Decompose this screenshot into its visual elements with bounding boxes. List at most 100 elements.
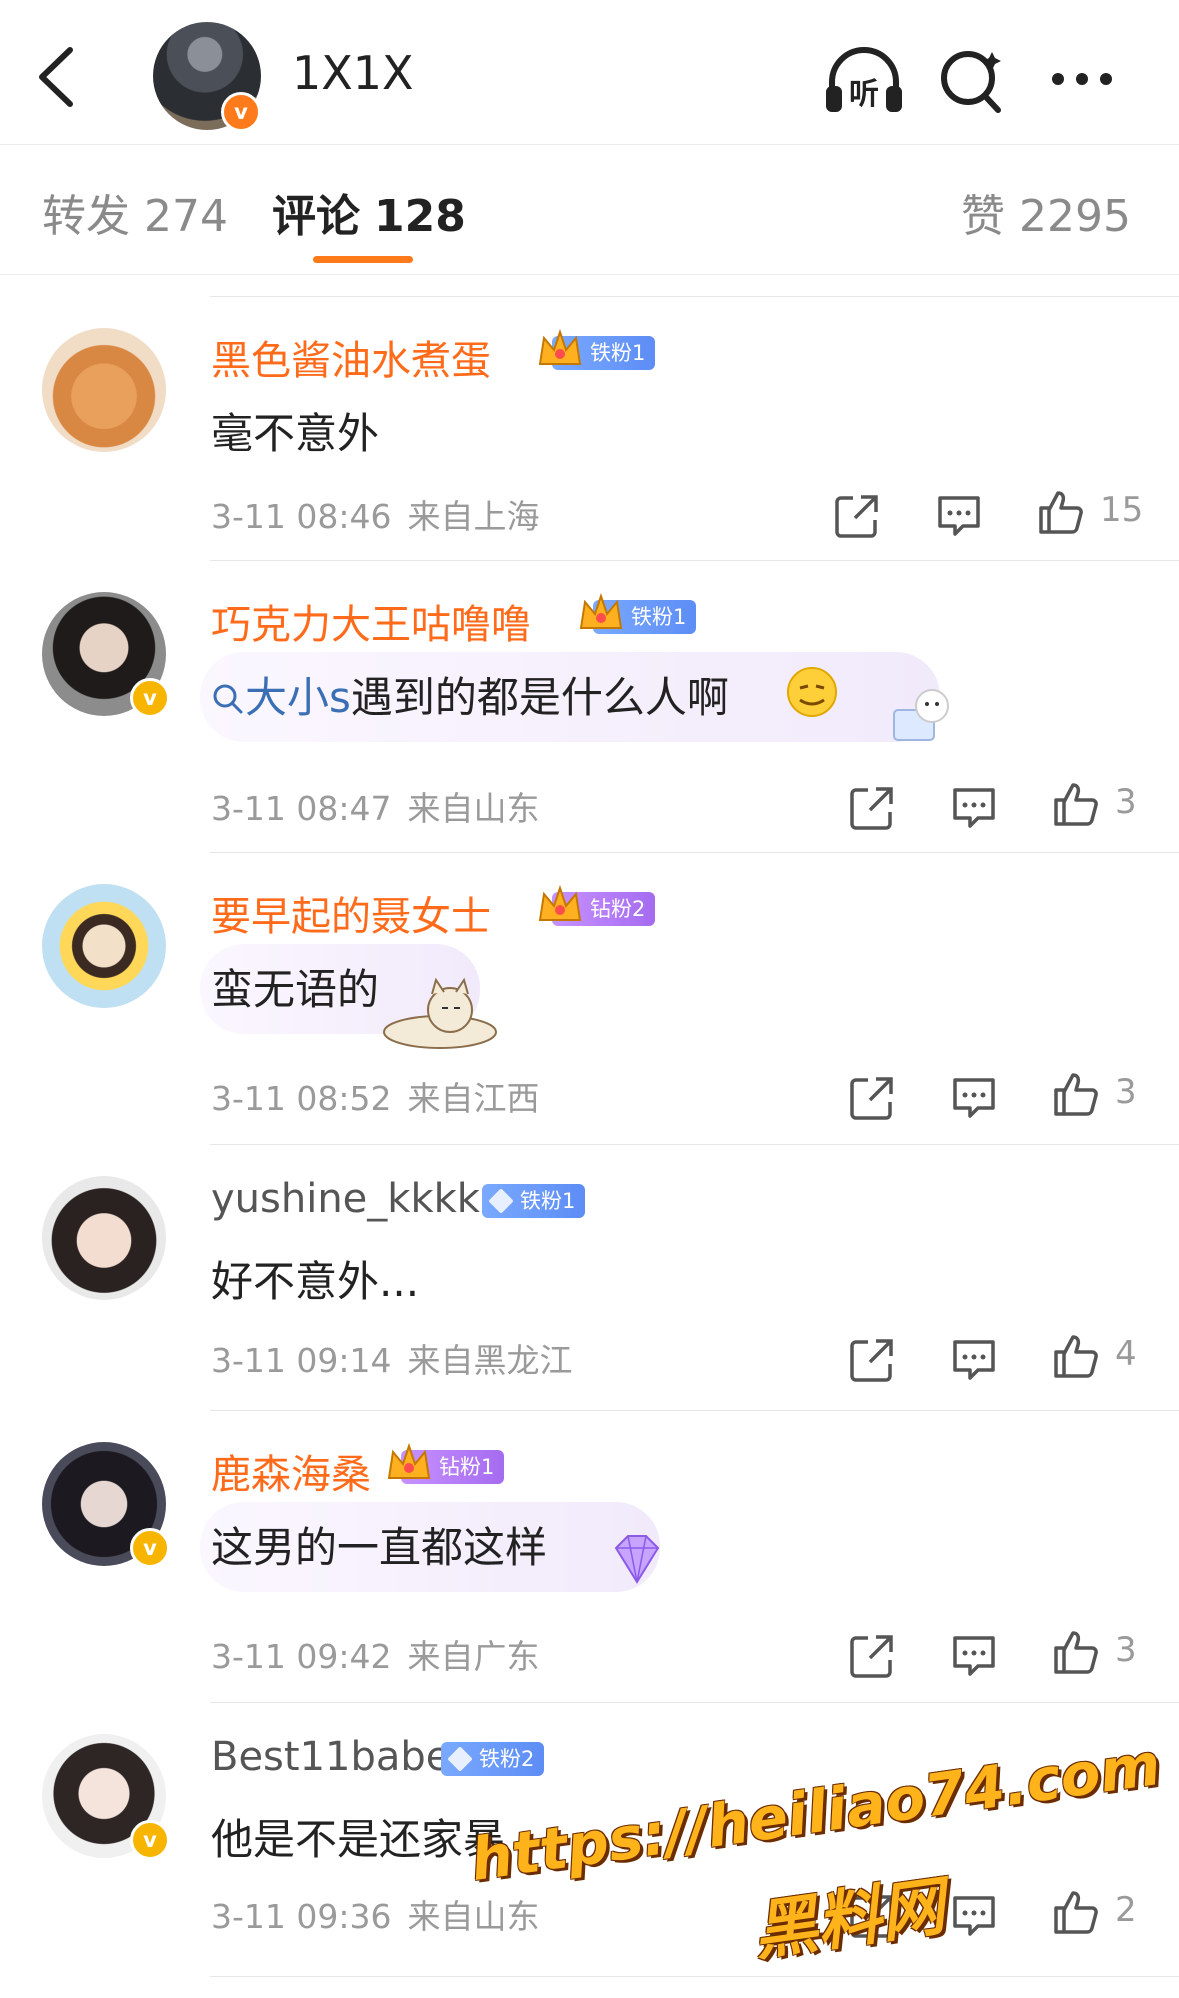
reply-icon[interactable] <box>950 1074 998 1122</box>
tab-likes-count: 2295 <box>1019 191 1131 242</box>
like-count: 2 <box>1115 1890 1137 1930</box>
tab-likes[interactable]: 赞 2295 <box>961 180 1131 244</box>
back-arrow-icon[interactable] <box>28 42 88 112</box>
comment-date: 3-11 09:14 <box>211 1341 392 1380</box>
divider <box>210 1702 1179 1703</box>
tab-bar: 转发 274 评论 128 赞 2295 <box>0 144 1179 275</box>
listen-label: 听 <box>849 77 879 112</box>
fan-badge: 钻粉2 <box>538 884 656 926</box>
comment-date: 3-11 09:36 <box>211 1897 392 1936</box>
diamond-gem-icon <box>447 1746 473 1772</box>
comment-text: 这男的一直都这样 <box>211 1523 548 1572</box>
share-icon[interactable] <box>848 1074 896 1122</box>
gift-sticker-icon <box>893 689 949 741</box>
like-thumb-icon[interactable] <box>1052 1888 1100 1936</box>
comment-location: 来自江西 <box>407 1079 540 1118</box>
crown-icon <box>387 1442 431 1479</box>
comment-date: 3-11 08:47 <box>211 789 392 828</box>
verified-badge-icon: v <box>221 92 261 132</box>
comment-date: 3-11 09:42 <box>211 1637 392 1676</box>
reply-icon[interactable] <box>950 1336 998 1384</box>
like-count: 15 <box>1100 490 1144 530</box>
reply-icon[interactable] <box>950 1892 998 1940</box>
listen-headphones-icon[interactable]: 听 <box>822 44 906 114</box>
comment-date: 3-11 08:52 <box>211 1079 392 1118</box>
tab-reposts[interactable]: 转发 274 <box>42 180 228 244</box>
like-thumb-icon[interactable] <box>1052 780 1100 828</box>
comment-location: 来自上海 <box>407 497 540 536</box>
fan-badge: 钻粉1 <box>387 1442 505 1484</box>
crown-icon <box>579 592 623 629</box>
fan-badge: 铁粉1 <box>538 328 656 370</box>
dog-sticker-icon <box>383 977 497 1049</box>
avatar[interactable] <box>42 884 166 1008</box>
share-icon[interactable] <box>833 492 881 540</box>
crown-icon <box>538 884 582 921</box>
comment-location: 来自黑龙江 <box>407 1341 573 1380</box>
active-tab-indicator <box>313 256 413 263</box>
like-thumb-icon[interactable] <box>1052 1628 1100 1676</box>
verified-badge-icon: v <box>130 1820 170 1860</box>
comment-location: 来自山东 <box>407 789 540 828</box>
divider <box>210 1144 1179 1145</box>
fan-badge-label: 铁粉1 <box>590 341 646 365</box>
reply-icon[interactable] <box>950 1632 998 1680</box>
search-topic-link[interactable]: 大小s <box>245 673 351 722</box>
share-icon[interactable] <box>848 1336 896 1384</box>
comment-text: 大小s遇到的都是什么人啊 <box>211 664 729 725</box>
fan-badge-label: 铁粉1 <box>520 1189 576 1213</box>
like-thumb-icon[interactable] <box>1037 488 1085 536</box>
comment-date: 3-11 08:46 <box>211 497 392 536</box>
crown-icon <box>538 328 582 365</box>
search-icon[interactable] <box>930 44 1014 114</box>
divider <box>210 560 1179 561</box>
comment-text: 他是不是还家暴 <box>211 1815 506 1864</box>
comment-meta: 3-11 08:47 来自山东 <box>211 782 540 830</box>
watermark-url: https://heiliao74.com <box>466 1729 1165 1895</box>
comment-meta: 3-11 09:42 来自广东 <box>211 1630 540 1678</box>
tab-reposts-count: 274 <box>144 191 228 242</box>
reply-icon[interactable] <box>950 784 998 832</box>
like-thumb-icon[interactable] <box>1052 1070 1100 1118</box>
fan-badge: 铁粉1 <box>482 1184 586 1218</box>
tab-reposts-label: 转发 <box>42 191 130 242</box>
like-count: 3 <box>1115 1072 1137 1112</box>
share-icon[interactable] <box>848 1632 896 1680</box>
comment-username[interactable]: 黑色酱油水煮蛋 <box>211 328 491 386</box>
comment-location: 来自广东 <box>407 1637 540 1676</box>
reply-icon[interactable] <box>935 492 983 540</box>
share-icon[interactable] <box>848 784 896 832</box>
verified-badge-icon: v <box>130 1528 170 1568</box>
comment-username[interactable]: Best11babe <box>211 1734 450 1780</box>
fan-badge-label: 钻粉2 <box>590 897 646 921</box>
search-link-icon <box>213 684 243 714</box>
tab-comments-label: 评论 <box>272 191 360 242</box>
tab-comments-count: 128 <box>374 191 466 242</box>
sweat-emoji-icon <box>787 667 837 717</box>
divider <box>210 852 1179 853</box>
fan-badge-label: 钻粉1 <box>439 1455 495 1479</box>
divider <box>210 1410 1179 1411</box>
divider <box>210 296 1179 297</box>
comment-text: 毫不意外 <box>211 409 380 458</box>
fan-badge-label: 铁粉1 <box>631 605 687 629</box>
comment-username[interactable]: 要早起的聂女士 <box>211 884 491 942</box>
verified-badge-icon: v <box>130 678 170 718</box>
purple-diamond-icon <box>614 1535 660 1584</box>
avatar[interactable] <box>42 1176 166 1300</box>
comment-username[interactable]: yushine_kkkk <box>211 1176 480 1222</box>
like-thumb-icon[interactable] <box>1052 1332 1100 1380</box>
comment-meta: 3-11 08:52 来自江西 <box>211 1072 540 1120</box>
more-options-icon[interactable] <box>1040 44 1124 114</box>
comment-text: 蛮无语的 <box>211 965 380 1014</box>
tab-comments[interactable]: 评论 128 <box>272 180 466 244</box>
comment-username[interactable]: 鹿森海桑 <box>211 1442 371 1500</box>
page-title: 1X1X <box>292 46 414 100</box>
top-bar: v 1X1X 听 <box>0 0 1179 145</box>
comment-meta: 3-11 09:14 来自黑龙江 <box>211 1334 573 1382</box>
comment-username[interactable]: 巧克力大王咕噜噜 <box>211 592 531 650</box>
avatar[interactable] <box>42 328 166 452</box>
comment-text: 好不意外... <box>211 1257 420 1306</box>
like-count: 3 <box>1115 782 1137 822</box>
tab-likes-label: 赞 <box>961 191 1006 242</box>
